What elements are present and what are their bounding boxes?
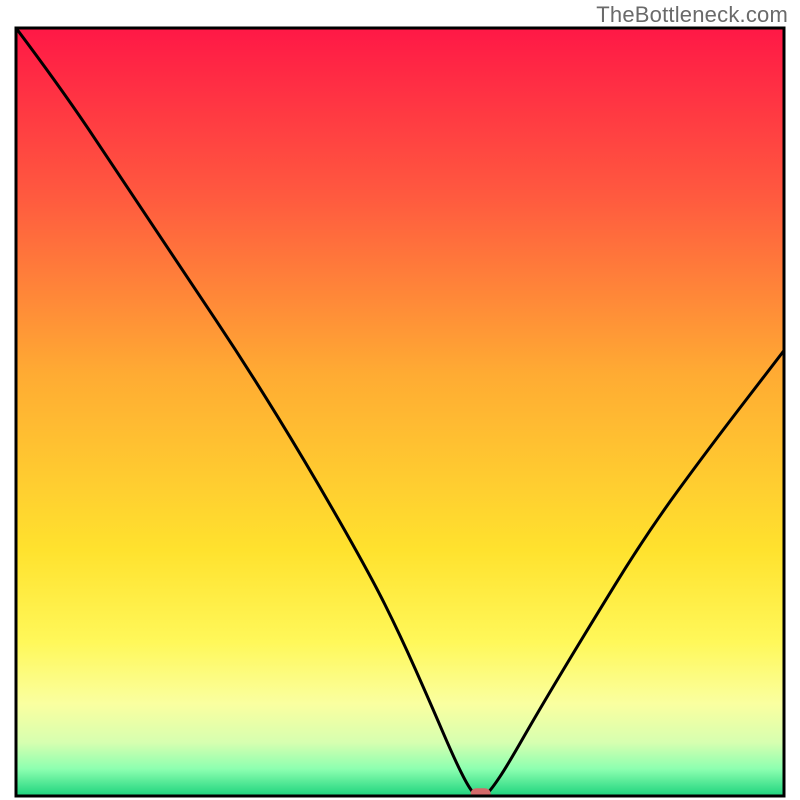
optimum-marker — [471, 788, 491, 799]
gradient-background — [16, 28, 784, 796]
chart-container: TheBottleneck.com — [0, 0, 800, 800]
bottleneck-chart — [0, 0, 800, 800]
